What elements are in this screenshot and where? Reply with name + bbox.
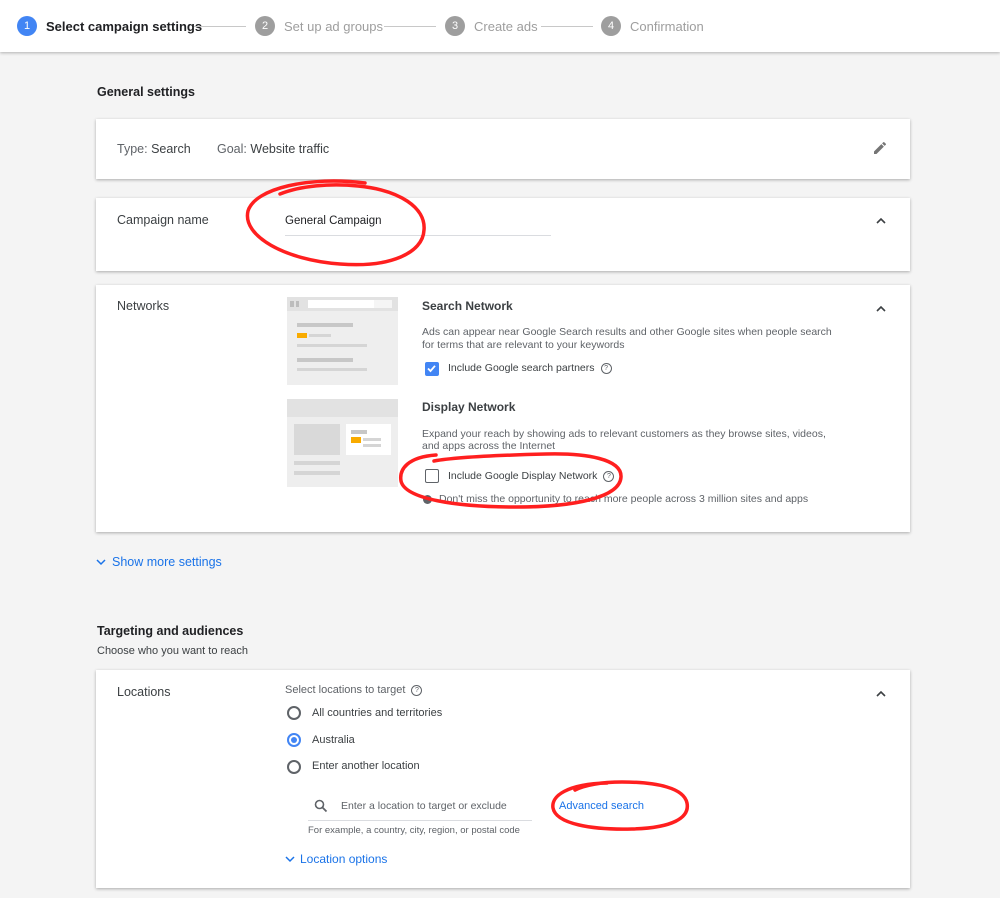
location-search-placeholder: Enter a location to target or exclude (341, 800, 507, 812)
display-network-label-text: Include Google Display Network (448, 470, 598, 482)
step-connector (194, 26, 246, 27)
search-partners-checkbox[interactable] (425, 362, 439, 376)
step-number: 4 (601, 16, 621, 36)
chevron-up-icon[interactable] (876, 304, 886, 314)
campaign-name-card: Campaign name General Campaign (96, 198, 910, 271)
check-icon (427, 365, 436, 373)
option-australia: Australia (312, 734, 355, 746)
targeting-title: Targeting and audiences (97, 624, 244, 638)
search-network-desc-line2: for terms that are relevant to your keyw… (422, 339, 625, 351)
radio-enter-another-location[interactable] (287, 760, 301, 774)
help-icon[interactable]: ? (411, 685, 423, 696)
step-number: 1 (17, 16, 37, 36)
general-settings-title: General settings (97, 85, 195, 99)
radio-all-countries[interactable] (287, 706, 301, 720)
campaign-name-label: Campaign name (117, 213, 209, 227)
chevron-down-icon (96, 559, 106, 566)
select-locations-prompt: Select locations to target? (285, 684, 423, 697)
location-options-link[interactable]: Location options (285, 852, 387, 866)
networks-card: Networks Search Network Ads can appear n… (96, 285, 910, 532)
step-connector (384, 26, 436, 27)
option-enter-another-location: Enter another location (312, 760, 420, 772)
locations-card: Locations Select locations to target? Al… (96, 670, 910, 888)
display-network-title: Display Network (422, 400, 516, 414)
campaign-goal: Goal: Website traffic (217, 142, 329, 156)
display-network-desc-line2: and apps across the Internet (422, 440, 556, 452)
step-connector (541, 26, 593, 27)
targeting-subtitle: Choose who you want to reach (97, 645, 249, 657)
type-label: Type: (117, 142, 148, 156)
location-options-text: Location options (300, 852, 388, 866)
chevron-up-icon[interactable] (876, 216, 886, 226)
advanced-search-link[interactable]: Advanced search (559, 800, 644, 812)
step-number: 2 (255, 16, 275, 36)
search-partners-label-text: Include Google search partners (448, 362, 595, 374)
search-network-title: Search Network (422, 299, 513, 313)
step-label: Confirmation (630, 18, 704, 34)
step-select-campaign-settings[interactable]: 1 Select campaign settings (17, 16, 202, 36)
show-more-settings-text: Show more settings (112, 555, 222, 569)
goal-label: Goal: (217, 142, 247, 156)
campaign-type-card: Type: Search Goal: Website traffic (96, 119, 910, 179)
campaign-type: Type: Search (117, 142, 191, 156)
locations-label: Locations (117, 685, 171, 699)
campaign-stepper: 1 Select campaign settings 2 Set up ad g… (0, 0, 1000, 52)
networks-label: Networks (117, 299, 170, 313)
type-value: Search (151, 142, 191, 156)
search-network-desc-line1: Ads can appear near Google Search result… (422, 326, 832, 338)
step-label: Select campaign settings (46, 18, 203, 34)
step-create-ads[interactable]: 3 Create ads (445, 16, 538, 36)
chevron-up-icon[interactable] (876, 689, 886, 699)
goal-value: Website traffic (250, 142, 330, 156)
step-confirmation[interactable]: 4 Confirmation (601, 16, 704, 36)
search-partners-label: Include Google search partners? (448, 362, 612, 375)
step-set-up-ad-groups[interactable]: 2 Set up ad groups (255, 16, 383, 36)
step-label: Set up ad groups (284, 18, 384, 34)
display-network-hint: Don't miss the opportunity to reach more… (439, 493, 809, 505)
search-icon (314, 799, 328, 813)
step-label: Create ads (474, 18, 538, 34)
edit-pencil-icon[interactable] (872, 140, 888, 156)
help-icon[interactable]: ? (603, 471, 615, 482)
display-network-label: Include Google Display Network? (448, 470, 615, 483)
display-network-checkbox[interactable] (425, 469, 439, 483)
chevron-down-icon (285, 856, 295, 863)
show-more-settings-link[interactable]: Show more settings (96, 555, 222, 569)
help-icon[interactable]: ? (600, 363, 612, 374)
location-search-field[interactable]: Enter a location to target or exclude (308, 794, 532, 821)
campaign-name-input[interactable]: General Campaign (285, 215, 551, 236)
display-network-illustration (287, 399, 398, 487)
step-number: 3 (445, 16, 465, 36)
radio-australia[interactable] (287, 733, 301, 747)
select-locations-text: Select locations to target (285, 684, 406, 696)
location-search-hint: For example, a country, city, region, or… (308, 825, 520, 836)
search-network-illustration (287, 297, 398, 385)
option-all-countries: All countries and territories (312, 707, 443, 719)
info-icon (423, 495, 432, 504)
